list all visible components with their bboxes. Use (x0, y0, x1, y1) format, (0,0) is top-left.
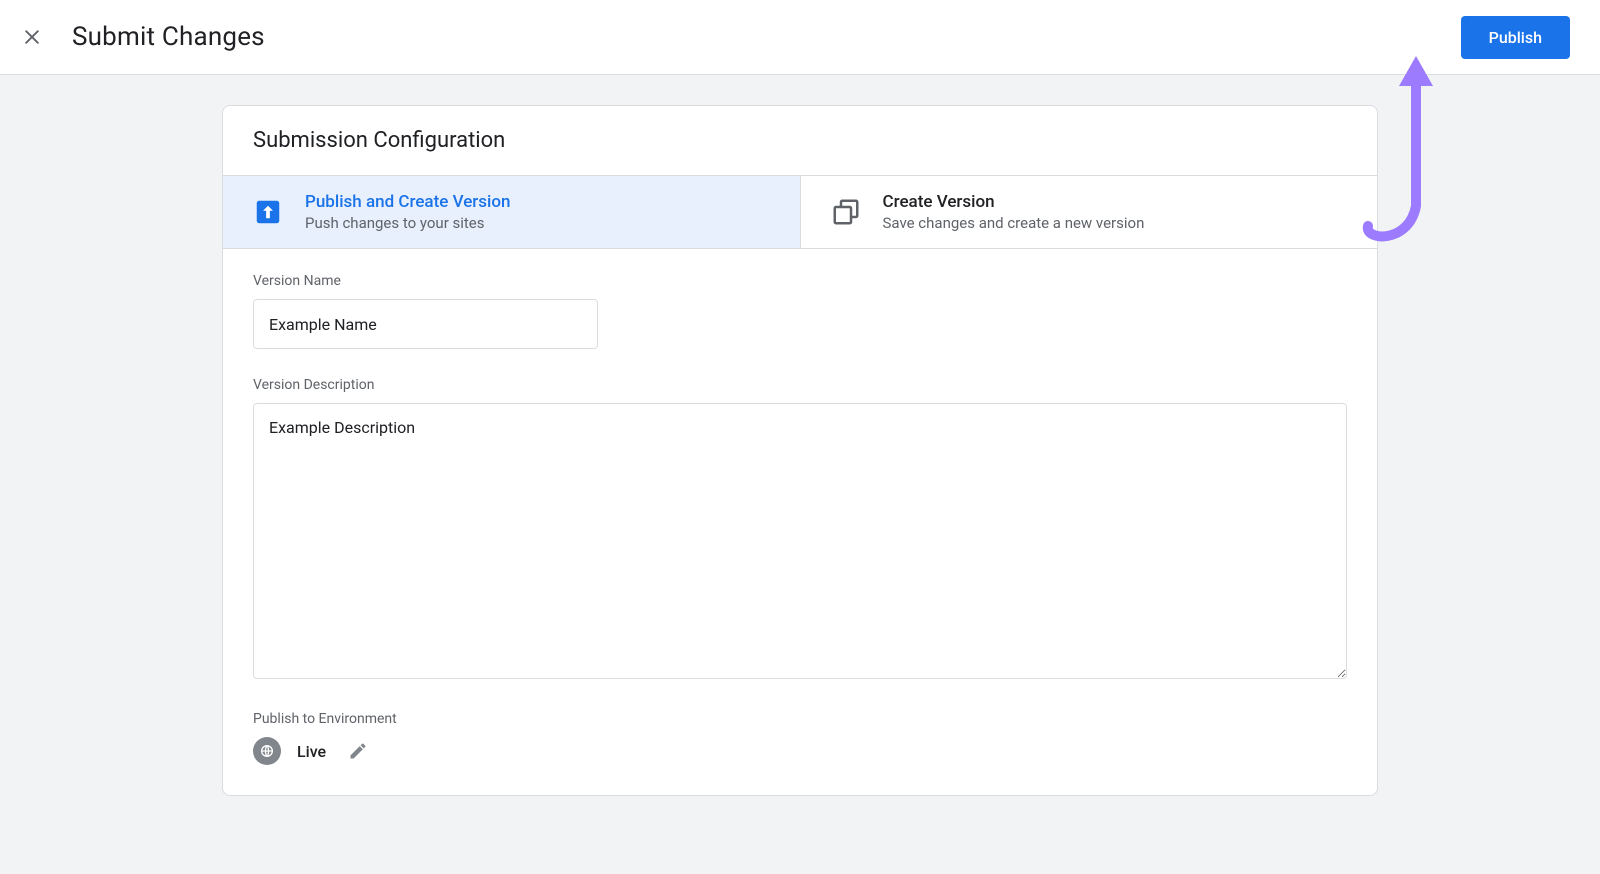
form-area: Version Name Version Description Publish… (223, 249, 1377, 795)
tab-text: Publish and Create Version Push changes … (305, 192, 511, 232)
tab-title: Publish and Create Version (305, 192, 511, 212)
header: Submit Changes Publish (0, 0, 1600, 75)
tab-text: Create Version Save changes and create a… (883, 192, 1145, 232)
pencil-icon[interactable] (348, 741, 368, 761)
version-name-label: Version Name (253, 273, 1347, 289)
upload-icon (253, 197, 283, 227)
globe-icon (253, 737, 281, 765)
page-title: Submit Changes (72, 22, 1461, 52)
version-name-input[interactable] (253, 299, 598, 349)
tab-subtitle: Save changes and create a new version (883, 214, 1145, 232)
tab-title: Create Version (883, 192, 1145, 212)
tab-subtitle: Push changes to your sites (305, 214, 511, 232)
publish-env-label: Publish to Environment (253, 711, 1347, 727)
tabs: Publish and Create Version Push changes … (223, 175, 1377, 249)
tab-publish-create-version[interactable]: Publish and Create Version Push changes … (223, 176, 801, 248)
close-icon[interactable] (20, 25, 44, 49)
environment-name: Live (297, 742, 326, 761)
tab-create-version[interactable]: Create Version Save changes and create a… (801, 176, 1378, 248)
publish-button[interactable]: Publish (1461, 16, 1570, 59)
version-description-input[interactable] (253, 403, 1347, 679)
copy-icon (831, 197, 861, 227)
submission-config-card: Submission Configuration Publish and Cre… (222, 105, 1378, 796)
version-description-label: Version Description (253, 377, 1347, 393)
environment-row: Live (253, 737, 1347, 765)
card-title: Submission Configuration (223, 106, 1377, 175)
main-area: Submission Configuration Publish and Cre… (0, 75, 1600, 836)
